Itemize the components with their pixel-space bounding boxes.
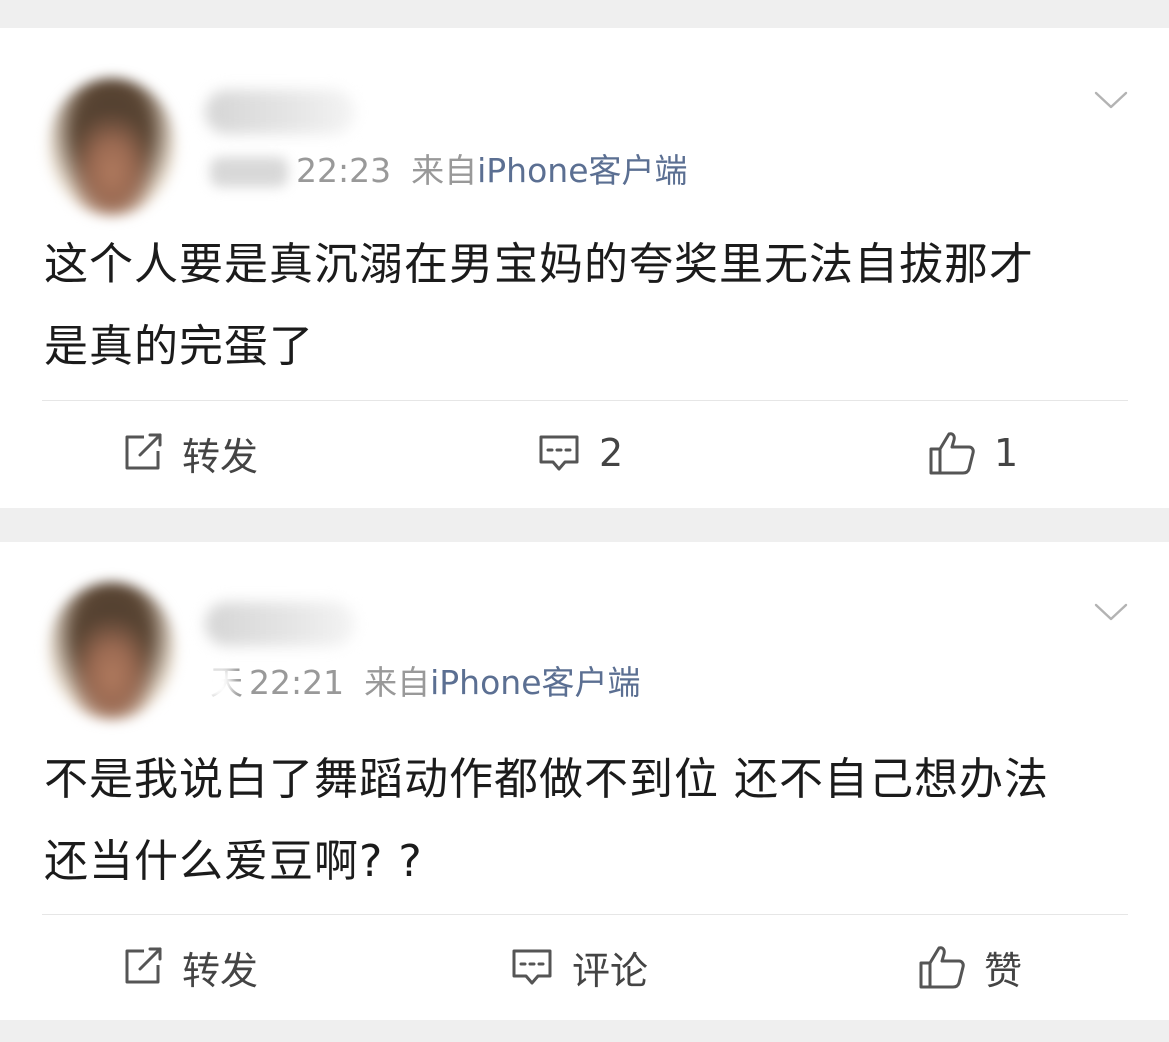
username-blurred[interactable] [205, 90, 355, 134]
from-label: 来自 [364, 663, 431, 702]
avatar[interactable] [48, 582, 176, 720]
repost-button[interactable]: 转发 [122, 942, 259, 993]
post-day [210, 151, 290, 191]
post-day: 天 [202, 663, 243, 703]
repost-label: 转发 [182, 434, 259, 479]
client-link[interactable]: iPhone客户端 [477, 151, 687, 190]
repost-icon [125, 947, 162, 984]
divider [42, 914, 1128, 915]
post-card[interactable]: 天 22:21 来自iPhone客户端 不是我说白了舞蹈动作都做不到位 还不自己想… [0, 542, 1169, 1020]
post-card[interactable]: 22:23 来自iPhone客户端 这个人要是真沉溺在男宝妈的夸奖里无法自拔那才 … [0, 28, 1169, 508]
post-content: 不是我说白了舞蹈动作都做不到位 还不自己想办法 还当什么爱豆啊? ? [44, 739, 1134, 903]
repost-icon [125, 433, 162, 470]
like-icon [919, 946, 965, 989]
repost-label: 转发 [182, 948, 259, 993]
weibo-comment-feed: 22:23 来自iPhone客户端 这个人要是真沉溺在男宝妈的夸奖里无法自拔那才 … [0, 0, 1169, 1042]
comment-count: 2 [599, 431, 624, 475]
chevron-down-icon[interactable] [1094, 90, 1128, 110]
comment-icon [539, 435, 579, 471]
like-button[interactable]: 赞 [918, 942, 1023, 993]
post-content-line: 不是我说白了舞蹈动作都做不到位 还不自己想办法 [44, 754, 1049, 805]
comment-button[interactable]: 评论 [510, 942, 649, 993]
avatar[interactable] [48, 78, 176, 216]
post-time: 22:23 [296, 151, 392, 190]
like-icon [929, 432, 975, 475]
username-blurred[interactable] [205, 602, 355, 646]
like-label: 赞 [984, 948, 1023, 993]
client-link[interactable]: iPhone客户端 [430, 663, 640, 702]
post-content: 这个人要是真沉溺在男宝妈的夸奖里无法自拔那才 是真的完蛋了 [44, 224, 1134, 388]
comment-label: 评论 [572, 948, 649, 993]
from-label: 来自 [411, 151, 478, 190]
post-meta: 22:23 来自iPhone客户端 [210, 151, 688, 191]
post-meta: 天 22:21 来自iPhone客户端 [202, 663, 641, 703]
like-button[interactable]: 1 [928, 428, 1018, 478]
post-time: 22:21 [249, 663, 345, 702]
repost-button[interactable]: 转发 [122, 428, 259, 479]
post-content-line: 还当什么爱豆啊? ? [44, 836, 423, 887]
comment-icon [512, 949, 552, 985]
post-content-line: 这个人要是真沉溺在男宝妈的夸奖里无法自拔那才 [44, 239, 1034, 290]
chevron-down-icon[interactable] [1094, 602, 1128, 622]
like-count: 1 [994, 431, 1019, 475]
comment-button[interactable]: 2 [537, 428, 623, 478]
post-content-line: 是真的完蛋了 [44, 321, 314, 372]
divider [42, 400, 1128, 401]
